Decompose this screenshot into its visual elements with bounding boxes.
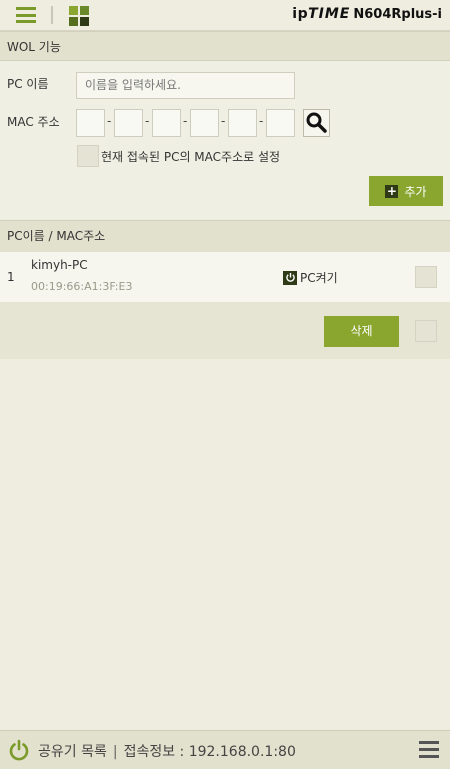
wol-section-title: WOL 기능 (7, 40, 61, 54)
mac-field-2[interactable] (114, 109, 143, 137)
pc-power-on-button[interactable]: PC켜기 (283, 269, 338, 286)
search-icon (306, 112, 327, 133)
table-row: 1 kimyh-PC 00:19:66:A1:3F:E3 PC켜기 (0, 252, 450, 303)
hamburger-menu-icon[interactable] (419, 741, 439, 759)
current-pc-mac-label: 현재 접속된 PC의 MAC주소로 설정 (101, 150, 281, 164)
pc-name-label: PC 이름 (7, 77, 49, 91)
delete-button[interactable]: 삭제 (324, 316, 399, 347)
footer-separator: | (112, 744, 118, 760)
pc-name: kimyh-PC (31, 258, 88, 272)
router-list-link[interactable]: 공유기 목록 (38, 744, 107, 760)
add-button[interactable]: + 추가 (369, 176, 443, 206)
mac-separator: - (221, 114, 226, 128)
mac-search-button[interactable] (303, 109, 330, 137)
connection-info: 접속정보 : 192.168.0.1:80 (123, 744, 296, 760)
hamburger-menu-icon[interactable] (16, 7, 36, 23)
mac-field-1[interactable] (76, 109, 105, 137)
mac-field-4[interactable] (190, 109, 219, 137)
power-icon (283, 270, 297, 285)
pc-list-title: PC이름 / MAC주소 (7, 229, 106, 243)
row-select-checkbox[interactable] (415, 266, 437, 288)
bottom-bar: 공유기 목록 | 접속정보 : 192.168.0.1:80 (0, 730, 450, 769)
pc-mac-address: 00:19:66:A1:3F:E3 (31, 280, 133, 293)
mac-separator: - (145, 114, 150, 128)
mac-separator: - (183, 114, 188, 128)
row-index: 1 (7, 270, 15, 284)
iptime-logo: ipTIME N604Rplus-i (292, 6, 442, 22)
pc-list-header: PC이름 / MAC주소 (0, 220, 450, 253)
add-button-label: 추가 (404, 184, 427, 199)
quick-menu-icon[interactable] (69, 6, 89, 26)
toolbar-divider (51, 6, 53, 24)
pc-name-input[interactable]: 이름을 입력하세요. (76, 72, 295, 99)
delete-area: 삭제 (0, 302, 450, 359)
mac-field-3[interactable] (152, 109, 181, 137)
mac-separator: - (259, 114, 264, 128)
footer-info: 공유기 목록 | 접속정보 : 192.168.0.1:80 (38, 741, 296, 761)
power-icon[interactable] (8, 739, 30, 761)
router-model: N604Rplus-i (353, 7, 442, 22)
select-all-checkbox[interactable] (415, 320, 437, 342)
current-pc-mac-checkbox[interactable] (77, 145, 99, 167)
wol-section-header: WOL 기능 (0, 31, 450, 61)
mac-address-label: MAC 주소 (7, 115, 60, 129)
pc-power-on-label: PC켜기 (300, 271, 338, 285)
plus-icon: + (385, 183, 399, 198)
mac-separator: - (107, 114, 112, 128)
mac-field-5[interactable] (228, 109, 257, 137)
mac-field-6[interactable] (266, 109, 295, 137)
top-bar: ipTIME N604Rplus-i (0, 0, 450, 31)
